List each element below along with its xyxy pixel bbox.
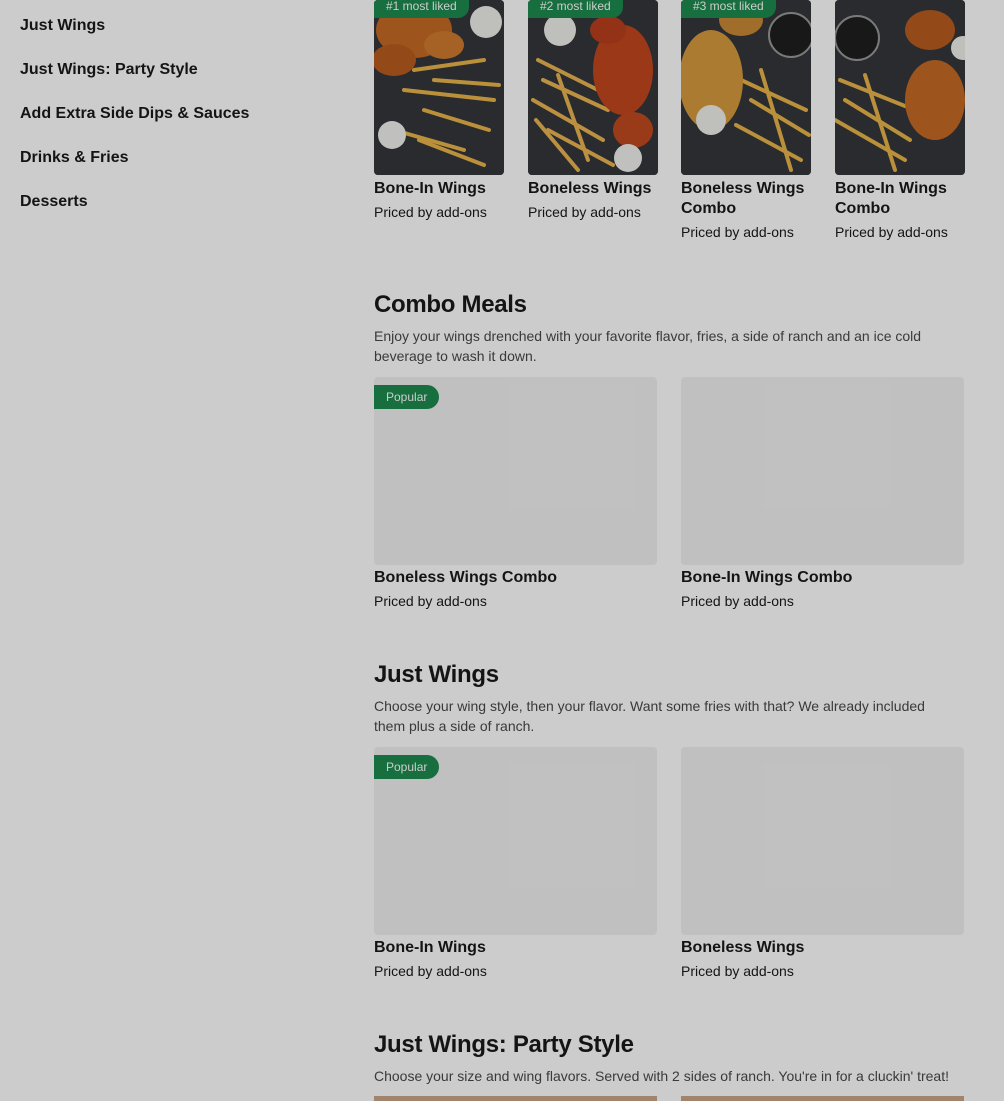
section-description: Choose your size and wing flavors. Serve… bbox=[374, 1068, 949, 1084]
carousel-card-bone-in-wings-combo[interactable]: Bone-In Wings Combo Priced by add-ons bbox=[835, 0, 965, 242]
section-combo-meals: Combo Meals Enjoy your wings drenched wi… bbox=[374, 290, 964, 366]
section-just-wings-party-style: Just Wings: Party Style Choose your size… bbox=[374, 1030, 964, 1086]
item-price: Priced by add-ons bbox=[374, 963, 487, 979]
category-sidebar: Just Wings Just Wings: Party Style Add E… bbox=[20, 14, 320, 234]
food-image-placeholder: Popular bbox=[374, 377, 657, 565]
sidebar-item-drinks-fries[interactable]: Drinks & Fries bbox=[20, 146, 320, 190]
section-description: Choose your wing style, then your flavor… bbox=[374, 698, 925, 734]
section-title: Just Wings bbox=[374, 661, 499, 688]
food-image-placeholder bbox=[681, 377, 964, 565]
food-image bbox=[835, 0, 965, 175]
food-image: #1 most liked bbox=[374, 0, 504, 175]
item-price: Priced by add-ons bbox=[528, 204, 641, 220]
menu-item-card[interactable]: Bone-In Wings Combo Priced by add-ons bbox=[681, 377, 964, 611]
item-title: Boneless Wings Combo bbox=[681, 180, 805, 217]
item-title: Bone-In Wings Combo bbox=[681, 569, 853, 586]
menu-item-card[interactable]: Popular Boneless Wings Combo Priced by a… bbox=[374, 377, 657, 611]
section-description: Enjoy your wings drenched with your favo… bbox=[374, 328, 922, 364]
menu-item-card[interactable]: Boneless Wings Priced by add-ons bbox=[681, 747, 964, 981]
popular-badge: Popular bbox=[374, 755, 440, 779]
popular-badge: Popular bbox=[374, 385, 440, 409]
item-title: Boneless Wings Combo bbox=[374, 569, 557, 586]
item-price: Priced by add-ons bbox=[681, 963, 794, 979]
food-image: #2 most liked bbox=[528, 0, 658, 175]
rank-badge: #1 most liked bbox=[374, 0, 469, 18]
section-title: Just Wings: Party Style bbox=[374, 1031, 634, 1058]
carousel-card-bone-in-wings[interactable]: #1 most liked Bone-In Wings Priced by ad… bbox=[374, 0, 504, 222]
item-price: Priced by add-ons bbox=[681, 224, 794, 240]
most-liked-carousel: #1 most liked Bone-In Wings Priced by ad… bbox=[374, 0, 965, 250]
rank-badge: #2 most liked bbox=[528, 0, 623, 18]
sidebar-item-desserts[interactable]: Desserts bbox=[20, 190, 320, 234]
section-title: Combo Meals bbox=[374, 291, 527, 318]
item-title: Boneless Wings bbox=[681, 939, 805, 956]
rank-badge: #3 most liked bbox=[681, 0, 776, 18]
item-title: Boneless Wings bbox=[528, 180, 652, 197]
item-title: Bone-In Wings bbox=[374, 180, 486, 197]
carousel-card-boneless-wings-combo[interactable]: #3 most liked Boneless Wings Combo Price… bbox=[681, 0, 811, 242]
item-title: Bone-In Wings Combo bbox=[835, 180, 947, 217]
menu-item-card[interactable]: Popular Bone-In Wings Priced by add-ons bbox=[374, 747, 657, 981]
carousel-card-boneless-wings[interactable]: #2 most liked Boneless Wings Priced by a… bbox=[528, 0, 658, 222]
section-just-wings: Just Wings Choose your wing style, then … bbox=[374, 660, 964, 736]
item-price: Priced by add-ons bbox=[835, 224, 948, 240]
sidebar-item-just-wings-party-style[interactable]: Just Wings: Party Style bbox=[20, 58, 320, 102]
food-image-partial bbox=[681, 1096, 964, 1101]
food-image: #3 most liked bbox=[681, 0, 811, 175]
item-price: Priced by add-ons bbox=[681, 593, 794, 609]
item-price: Priced by add-ons bbox=[374, 204, 487, 220]
sidebar-item-just-wings[interactable]: Just Wings bbox=[20, 14, 320, 58]
sidebar-item-extra-dips-sauces[interactable]: Add Extra Side Dips & Sauces bbox=[20, 102, 320, 146]
food-image-placeholder bbox=[681, 747, 964, 935]
item-title: Bone-In Wings bbox=[374, 939, 486, 956]
item-price: Priced by add-ons bbox=[374, 593, 487, 609]
food-image-partial bbox=[374, 1096, 657, 1101]
food-image-placeholder: Popular bbox=[374, 747, 657, 935]
